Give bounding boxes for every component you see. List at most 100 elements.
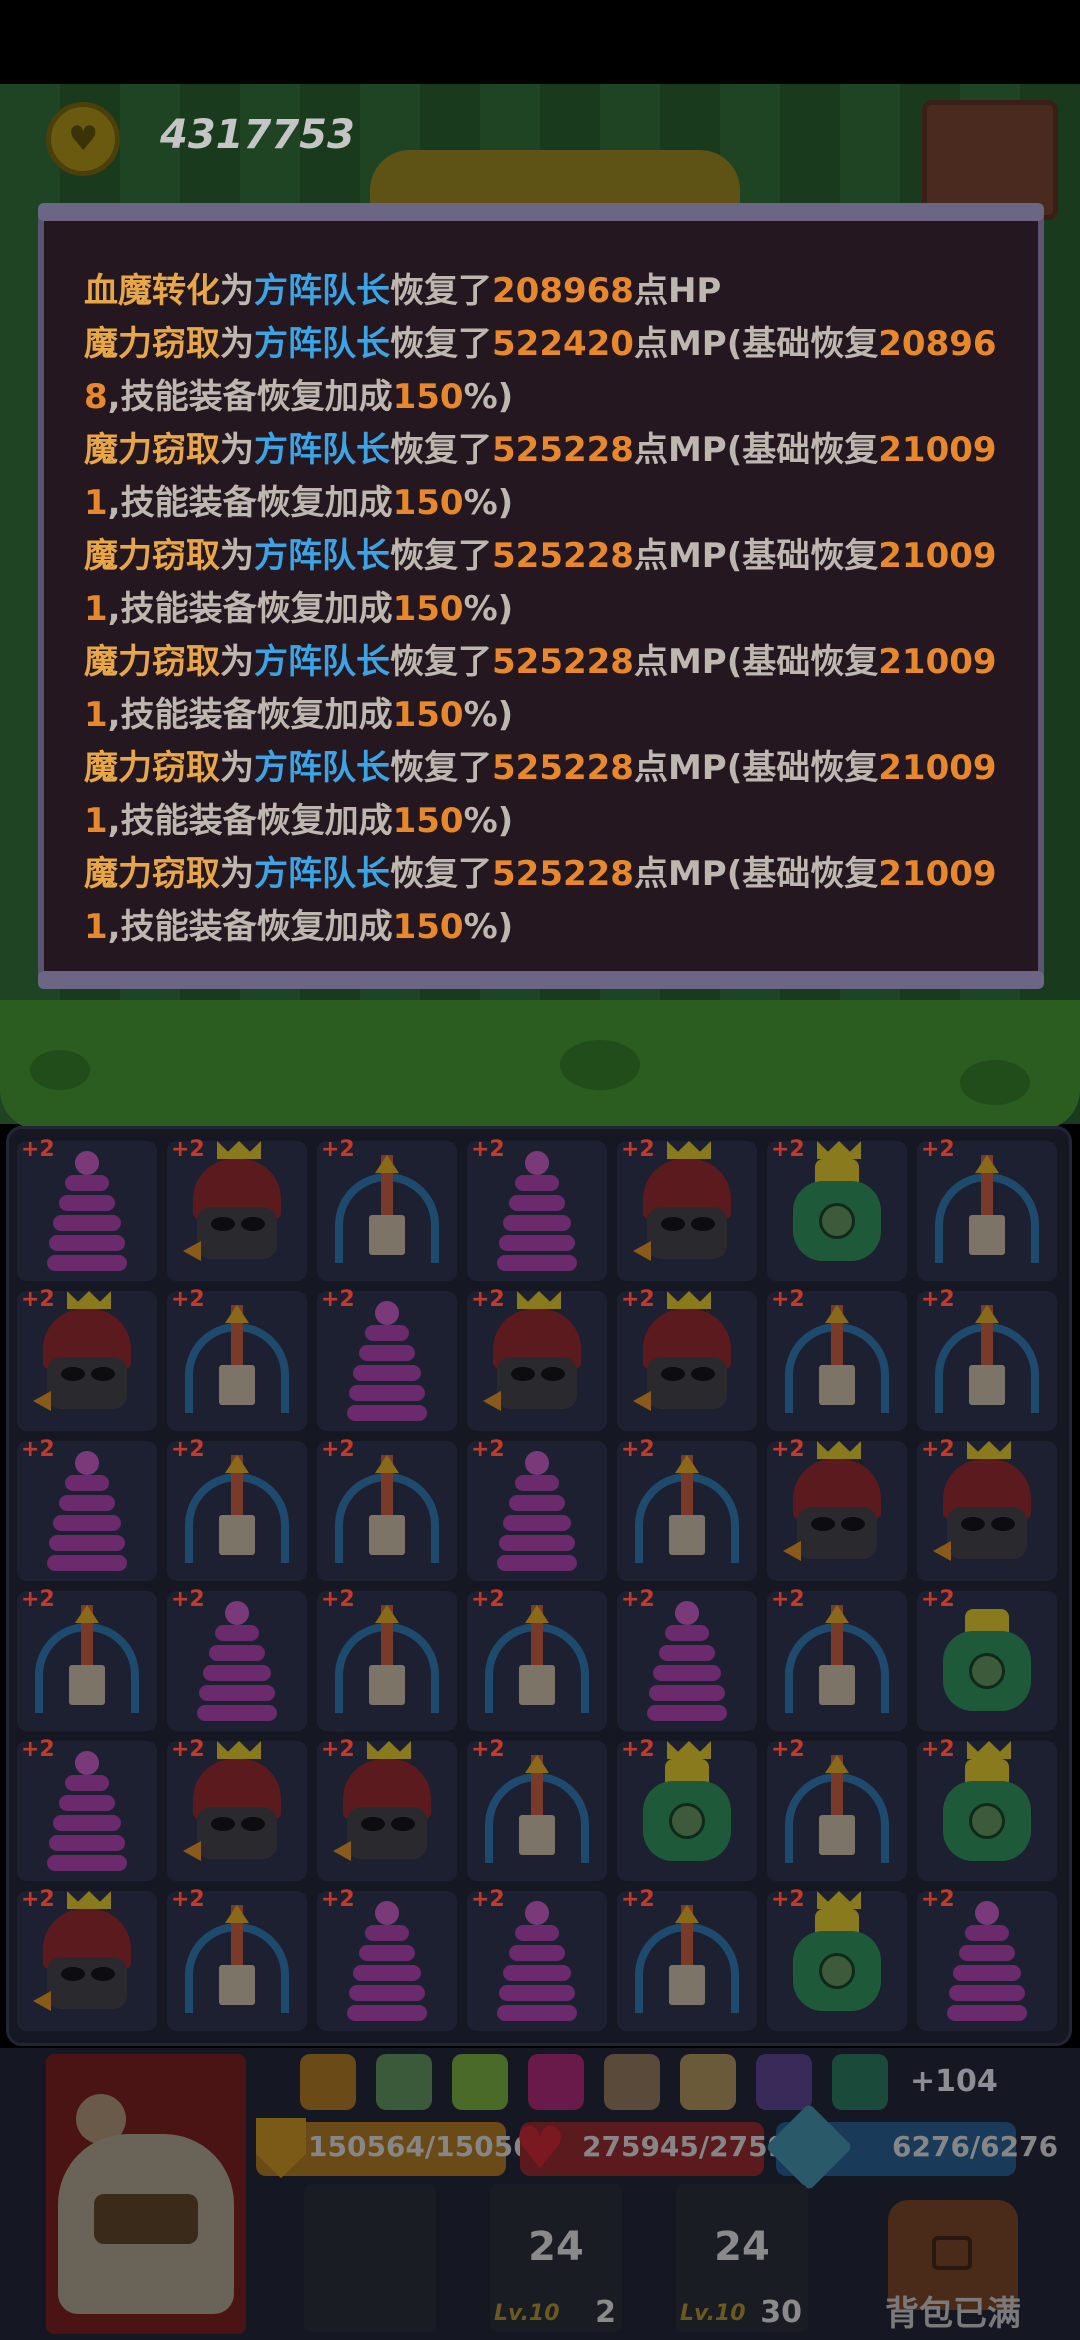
board-tile[interactable]: +2: [467, 1137, 607, 1281]
helmet-icon[interactable]: [756, 2054, 812, 2110]
board-tile[interactable]: +2: [317, 1737, 457, 1881]
board-tile[interactable]: +2: [767, 1287, 907, 1431]
stage-title-decoration: [370, 150, 740, 210]
board-tile[interactable]: +2: [917, 1437, 1057, 1581]
tile-bonus-badge: +2: [321, 1287, 355, 1312]
log-text: 为: [220, 642, 254, 682]
board-tile[interactable]: +2: [767, 1587, 907, 1731]
log-number: 150: [392, 801, 464, 841]
tile-bonus-badge: +2: [171, 1437, 205, 1462]
board-tile[interactable]: +2: [917, 1287, 1057, 1431]
board-tile[interactable]: +2: [17, 1287, 157, 1431]
skill-slot-empty[interactable]: [304, 2184, 436, 2332]
board-tile[interactable]: +2: [617, 1737, 757, 1881]
board-tile[interactable]: +2: [17, 1437, 157, 1581]
target-name: 方阵队长: [254, 642, 390, 682]
board-tile[interactable]: +2: [467, 1737, 607, 1881]
board-tile[interactable]: +2: [317, 1437, 457, 1581]
letter-icon[interactable]: [680, 2054, 736, 2110]
horn-icon[interactable]: [452, 2054, 508, 2110]
knight-helmet-icon: [933, 1459, 1041, 1569]
board-tile[interactable]: +2: [617, 1587, 757, 1731]
board-tile[interactable]: +2: [167, 1737, 307, 1881]
board-tile[interactable]: +2: [467, 1587, 607, 1731]
hero-portrait[interactable]: [46, 2054, 246, 2334]
board-tile[interactable]: +2: [767, 1137, 907, 1281]
tile-bonus-badge: +2: [321, 1137, 355, 1162]
log-text: ,技能装备恢复加成: [107, 589, 393, 629]
mp-value: 6276/6276: [892, 2130, 1059, 2163]
log-text: 为: [220, 324, 254, 364]
tile-bonus-badge: +2: [21, 1737, 55, 1762]
skill-name: 魔力窃取: [84, 324, 220, 364]
tile-bonus-badge: +2: [171, 1587, 205, 1612]
board-tile[interactable]: +2: [167, 1587, 307, 1731]
knight-helmet-icon: [33, 1309, 141, 1419]
ring-stack-icon: [47, 1151, 127, 1281]
log-number: 522420: [492, 324, 634, 364]
tile-bonus-badge: +2: [921, 1437, 955, 1462]
board-tile[interactable]: +2: [617, 1287, 757, 1431]
tile-bonus-badge: +2: [471, 1137, 505, 1162]
target-name: 方阵队长: [254, 854, 390, 894]
board-tile[interactable]: +2: [917, 1137, 1057, 1281]
tile-bonus-badge: +2: [171, 1287, 205, 1312]
log-text: ,技能装备恢复加成: [107, 907, 393, 947]
log-text: 为: [220, 271, 254, 311]
hammer-icon[interactable]: [604, 2054, 660, 2110]
board-tile[interactable]: +2: [167, 1287, 307, 1431]
more-items-count[interactable]: +104: [910, 2064, 998, 2099]
ring-stack-icon: [347, 1301, 427, 1431]
board-tile[interactable]: +2: [317, 1887, 457, 2031]
ring-stack-icon: [947, 1901, 1027, 2031]
scroll-box-icon[interactable]: [376, 2054, 432, 2110]
board-tile[interactable]: +2: [167, 1437, 307, 1581]
log-number: 208968: [492, 271, 634, 311]
skill-name: 血魔转化: [84, 271, 220, 311]
battle-log-panel[interactable]: 血魔转化为方阵队长恢复了208968点HP 魔力窃取为方阵队长恢复了522420点…: [38, 203, 1044, 989]
log-text: 恢复了: [390, 642, 492, 682]
tent-icon[interactable]: [832, 2054, 888, 2110]
tile-bonus-badge: +2: [621, 1587, 655, 1612]
torch-icon[interactable]: [300, 2054, 356, 2110]
board-tile[interactable]: +2: [17, 1137, 157, 1281]
chest-button[interactable]: [922, 100, 1058, 220]
board-tile[interactable]: +2: [467, 1437, 607, 1581]
skill-slot-2[interactable]: 24 Lv.10 30: [676, 2184, 808, 2332]
board-tile[interactable]: +2: [167, 1887, 307, 2031]
log-number: 150: [392, 377, 464, 417]
log-number: 150: [392, 483, 464, 523]
skull-icon[interactable]: [528, 2054, 584, 2110]
tile-bonus-badge: +2: [321, 1887, 355, 1912]
board-tile[interactable]: +2: [767, 1737, 907, 1881]
target-name: 方阵队长: [254, 430, 390, 470]
board-tile[interactable]: +2: [917, 1587, 1057, 1731]
board-tile[interactable]: +2: [767, 1887, 907, 2031]
board-tile[interactable]: +2: [617, 1137, 757, 1281]
board-tile[interactable]: +2: [17, 1587, 157, 1731]
crossbow-icon: [785, 1755, 889, 1865]
board-tile[interactable]: +2: [917, 1887, 1057, 2031]
board-tile[interactable]: +2: [317, 1287, 457, 1431]
knight-helmet-icon: [783, 1459, 891, 1569]
log-text: 恢复了: [390, 748, 492, 788]
board-tile[interactable]: +2: [467, 1887, 607, 2031]
log-number: 525228: [492, 430, 634, 470]
skill-slot-1[interactable]: 24 Lv.10 2: [490, 2184, 622, 2332]
board-tile[interactable]: +2: [167, 1137, 307, 1281]
board-tile[interactable]: +2: [317, 1137, 457, 1281]
board-tile[interactable]: +2: [767, 1437, 907, 1581]
board-tile[interactable]: +2: [467, 1287, 607, 1431]
board-tile[interactable]: +2: [17, 1887, 157, 2031]
crossbow-icon: [185, 1305, 289, 1415]
board-tile[interactable]: +2: [617, 1437, 757, 1581]
board-tile[interactable]: +2: [617, 1887, 757, 2031]
knight-helmet-icon: [183, 1159, 291, 1269]
tile-bonus-badge: +2: [771, 1587, 805, 1612]
board-tile[interactable]: +2: [917, 1737, 1057, 1881]
clock-pot-icon: [789, 1159, 885, 1269]
log-text: 恢复了: [390, 536, 492, 576]
board-tile[interactable]: +2: [17, 1737, 157, 1881]
target-name: 方阵队长: [254, 324, 390, 364]
board-tile[interactable]: +2: [317, 1587, 457, 1731]
